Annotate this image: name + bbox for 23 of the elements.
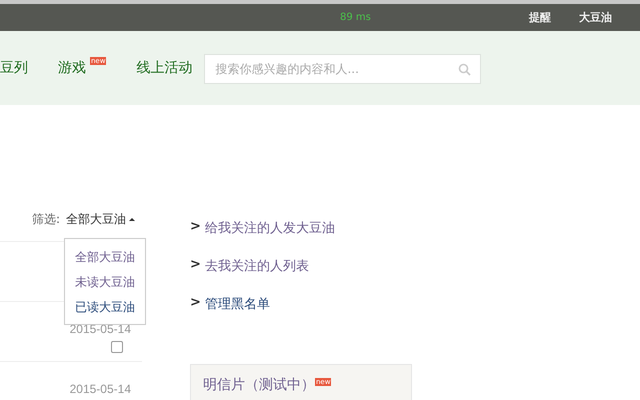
nav-link[interactable]: 豆列 <box>0 59 28 77</box>
message-date: 2015-05-14 <box>70 382 131 396</box>
sidebar-link[interactable]: 给我关注的人发大豆油 <box>204 219 335 237</box>
filter-option[interactable]: 全部大豆油 <box>75 245 135 270</box>
user-menu-link[interactable]: 大豆油 <box>579 10 612 25</box>
arrow-marker: > <box>190 295 201 312</box>
postcard-title[interactable]: 明信片（测试中） <box>203 376 315 394</box>
search-field[interactable]: 搜索你感兴趣的内容和人... <box>204 54 482 84</box>
filter-option[interactable]: 已读大豆油 <box>75 295 135 320</box>
sidebar-link[interactable]: 去我关注的人列表 <box>204 257 309 275</box>
sidebar-link[interactable]: 管理黑名单 <box>204 295 270 313</box>
caret-icon[interactable] <box>129 218 135 220</box>
message-date: 2015-05-14 <box>70 322 131 336</box>
message-checkbox[interactable] <box>111 341 123 353</box>
filter-label: 筛选: <box>32 210 60 228</box>
search-icon[interactable] <box>458 62 472 76</box>
nav-link[interactable]: 线上活动 <box>136 59 192 77</box>
filter-dropdown[interactable]: 全部大豆油 <box>66 210 126 228</box>
notifications-link[interactable]: 提醒 <box>529 10 551 25</box>
timing-text: 89 ms <box>340 12 371 23</box>
arrow-marker: > <box>190 257 201 274</box>
arrow-marker: > <box>190 219 201 236</box>
filter-option[interactable]: 未读大豆油 <box>75 270 135 295</box>
